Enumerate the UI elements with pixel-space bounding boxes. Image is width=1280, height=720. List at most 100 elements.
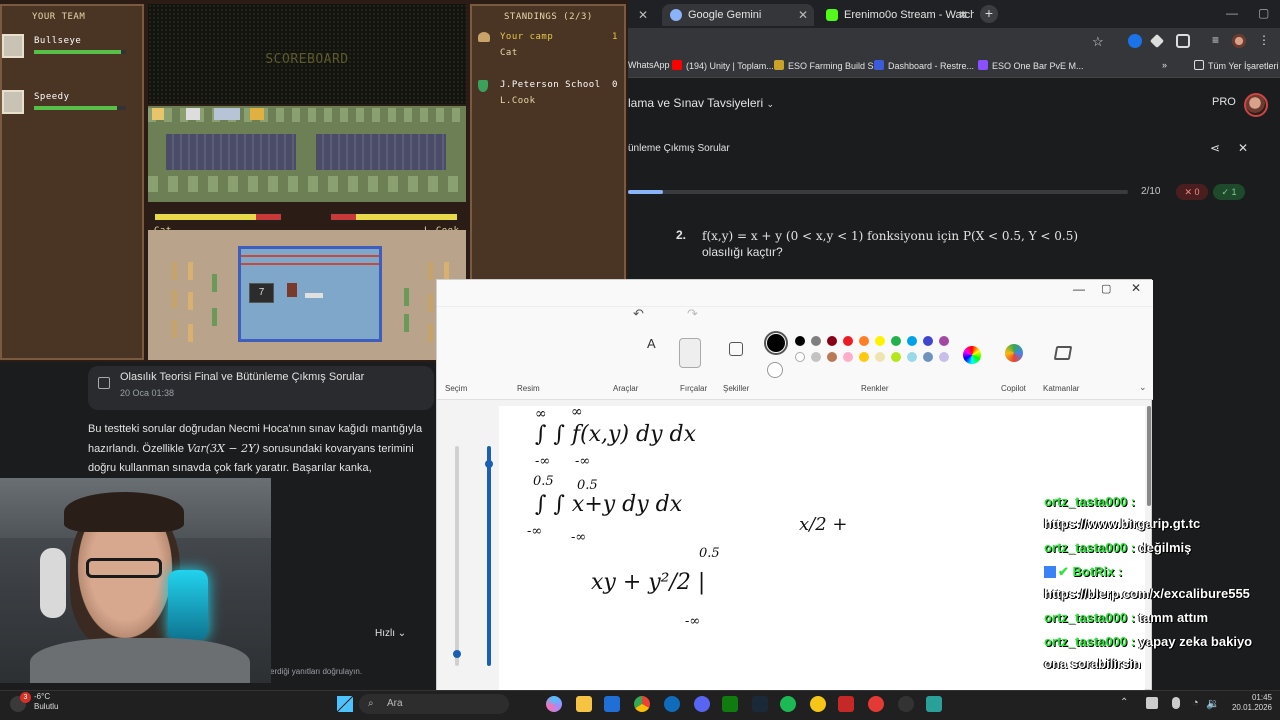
menu-icon[interactable]: ⋮ — [1258, 33, 1270, 47]
tab-previous[interactable]: ✕ — [628, 4, 658, 26]
gemini-conversation-title[interactable]: lama ve Sınav Tavsiyeleri ⌄ — [628, 96, 774, 110]
color-swatch[interactable] — [843, 352, 853, 362]
youtube-music-icon[interactable] — [868, 696, 884, 712]
bookmark-whatsapp[interactable]: WhatsApp — [628, 60, 670, 70]
color-swatch[interactable] — [939, 336, 949, 346]
app-icon[interactable] — [838, 696, 854, 712]
taskbar-clock[interactable]: 01:45 20.01.2026 — [1222, 693, 1272, 713]
shapes-icon[interactable] — [729, 342, 743, 356]
color-swatch[interactable] — [939, 352, 949, 362]
chat-message: ortz_tasta000 : tamm attım — [1044, 610, 1209, 625]
app-icon[interactable] — [810, 696, 826, 712]
school-shield-icon — [478, 80, 488, 92]
opacity-slider[interactable] — [487, 446, 491, 666]
app-icon[interactable] — [926, 696, 942, 712]
layers-icon[interactable] — [1053, 346, 1073, 360]
microphone-icon[interactable] — [1172, 697, 1180, 709]
profile-avatar[interactable] — [1232, 34, 1246, 48]
speedy-portrait[interactable] — [2, 90, 24, 114]
share-icon[interactable]: ⋖ — [1210, 141, 1220, 155]
store-icon[interactable] — [604, 696, 620, 712]
color-swatch[interactable] — [811, 336, 821, 346]
bookmark-eso-one-bar[interactable]: ESO One Bar PvE M... — [978, 60, 1084, 71]
correct-answers-badge: ✓ 1 — [1213, 184, 1245, 200]
camp-icon — [478, 32, 490, 42]
taskbar-search[interactable]: Ara — [359, 694, 509, 714]
primary-color[interactable] — [764, 331, 788, 355]
color-swatch[interactable] — [859, 352, 869, 362]
color-swatch[interactable] — [827, 336, 837, 346]
color-swatch[interactable] — [875, 352, 885, 362]
minimize-icon[interactable]: — — [1073, 282, 1085, 296]
bullseye-portrait[interactable] — [2, 34, 24, 58]
color-swatch[interactable] — [907, 336, 917, 346]
maximize-icon[interactable]: ▢ — [1101, 282, 1111, 295]
paint-window[interactable]: — ▢ ✕ ↶ ↷ A Seçim Resim Araçlar Fırçalar… — [436, 279, 1153, 691]
close-icon[interactable]: ✕ — [958, 4, 968, 26]
color-swatch[interactable] — [811, 352, 821, 362]
color-picker-icon[interactable] — [963, 346, 981, 364]
bookmark-unity[interactable]: (194) Unity | Toplam... — [672, 60, 774, 71]
left-fighter-hp — [154, 213, 282, 221]
file-explorer-icon[interactable] — [576, 696, 592, 712]
maximize-icon[interactable]: ▢ — [1258, 6, 1269, 20]
color-swatch[interactable] — [875, 336, 885, 346]
color-swatch[interactable] — [891, 352, 901, 362]
steam-icon[interactable] — [752, 696, 768, 712]
color-swatch[interactable] — [827, 352, 837, 362]
brush-icon[interactable] — [679, 338, 701, 368]
tray-chevron-icon[interactable]: ⌃ — [1120, 697, 1128, 708]
canvas-scrollbar[interactable] — [1147, 406, 1151, 506]
color-swatch[interactable] — [891, 336, 901, 346]
xbox-icon[interactable] — [722, 696, 738, 712]
slider-thumb[interactable] — [485, 460, 493, 468]
color-swatch[interactable] — [907, 352, 917, 362]
color-swatch[interactable] — [859, 336, 869, 346]
new-tab-button[interactable]: + — [980, 5, 998, 23]
text-tool-icon[interactable]: A — [647, 336, 656, 351]
color-swatch[interactable] — [843, 336, 853, 346]
slider-thumb[interactable] — [453, 650, 461, 658]
bookmark-dashboard[interactable]: Dashboard - Restre... — [874, 60, 974, 71]
weather-widget[interactable]: -6°C Bulutlu — [34, 692, 58, 712]
secondary-color[interactable] — [767, 362, 783, 378]
undo-icon[interactable]: ↶ — [633, 306, 644, 322]
spotify-icon[interactable] — [780, 696, 796, 712]
account-avatar[interactable] — [1244, 93, 1268, 117]
close-icon[interactable]: ✕ — [1131, 281, 1141, 295]
close-icon[interactable]: ✕ — [1238, 141, 1248, 155]
media-icon[interactable]: ≡ — [1212, 33, 1219, 47]
color-swatch[interactable] — [795, 352, 805, 362]
color-swatch[interactable] — [923, 336, 933, 346]
model-speed-selector[interactable]: Hızlı ⌄ — [375, 628, 406, 639]
close-icon[interactable]: ✕ — [798, 4, 808, 26]
tab-google-gemini[interactable]: Google Gemini ✕ — [662, 4, 814, 26]
extension-icon[interactable] — [1128, 34, 1142, 48]
color-swatch[interactable] — [923, 352, 933, 362]
bookmark-star-icon[interactable]: ☆ — [1092, 34, 1104, 50]
discord-icon[interactable] — [694, 696, 710, 712]
chrome-icon[interactable] — [634, 696, 650, 712]
extensions-puzzle-icon[interactable] — [1176, 34, 1190, 48]
tab-kick-stream[interactable]: Erenimo0o Stream - Watch Liv ✕ — [818, 4, 974, 26]
chevron-down-icon: ⌄ — [766, 99, 775, 109]
chevron-down-icon[interactable]: ⌄ — [1139, 382, 1147, 393]
volume-icon[interactable]: 🔉 — [1206, 697, 1220, 710]
redo-icon[interactable]: ↷ — [687, 306, 698, 322]
wrong-answers-badge: ✕ 0 — [1176, 184, 1208, 200]
wifi-icon[interactable]: ◔ — [1192, 697, 1199, 709]
streamer-shirt — [30, 638, 250, 683]
headphones — [40, 548, 66, 618]
minimize-icon[interactable]: — — [1226, 6, 1238, 20]
copilot-icon[interactable] — [546, 696, 562, 712]
brush-size-slider[interactable] — [455, 446, 459, 666]
all-bookmarks-folder[interactable]: Tüm Yer İşaretleri — [1194, 60, 1279, 71]
tray-icon[interactable] — [1146, 697, 1158, 709]
bookmarks-more[interactable]: » — [1162, 60, 1167, 70]
bookmark-eso-farming[interactable]: ESO Farming Build S... — [774, 60, 881, 71]
app-icon[interactable] — [898, 696, 914, 712]
copilot-icon[interactable] — [1005, 344, 1023, 362]
color-swatch[interactable] — [795, 336, 805, 346]
outlook-icon[interactable] — [664, 696, 680, 712]
windows-start-icon[interactable] — [337, 696, 353, 712]
